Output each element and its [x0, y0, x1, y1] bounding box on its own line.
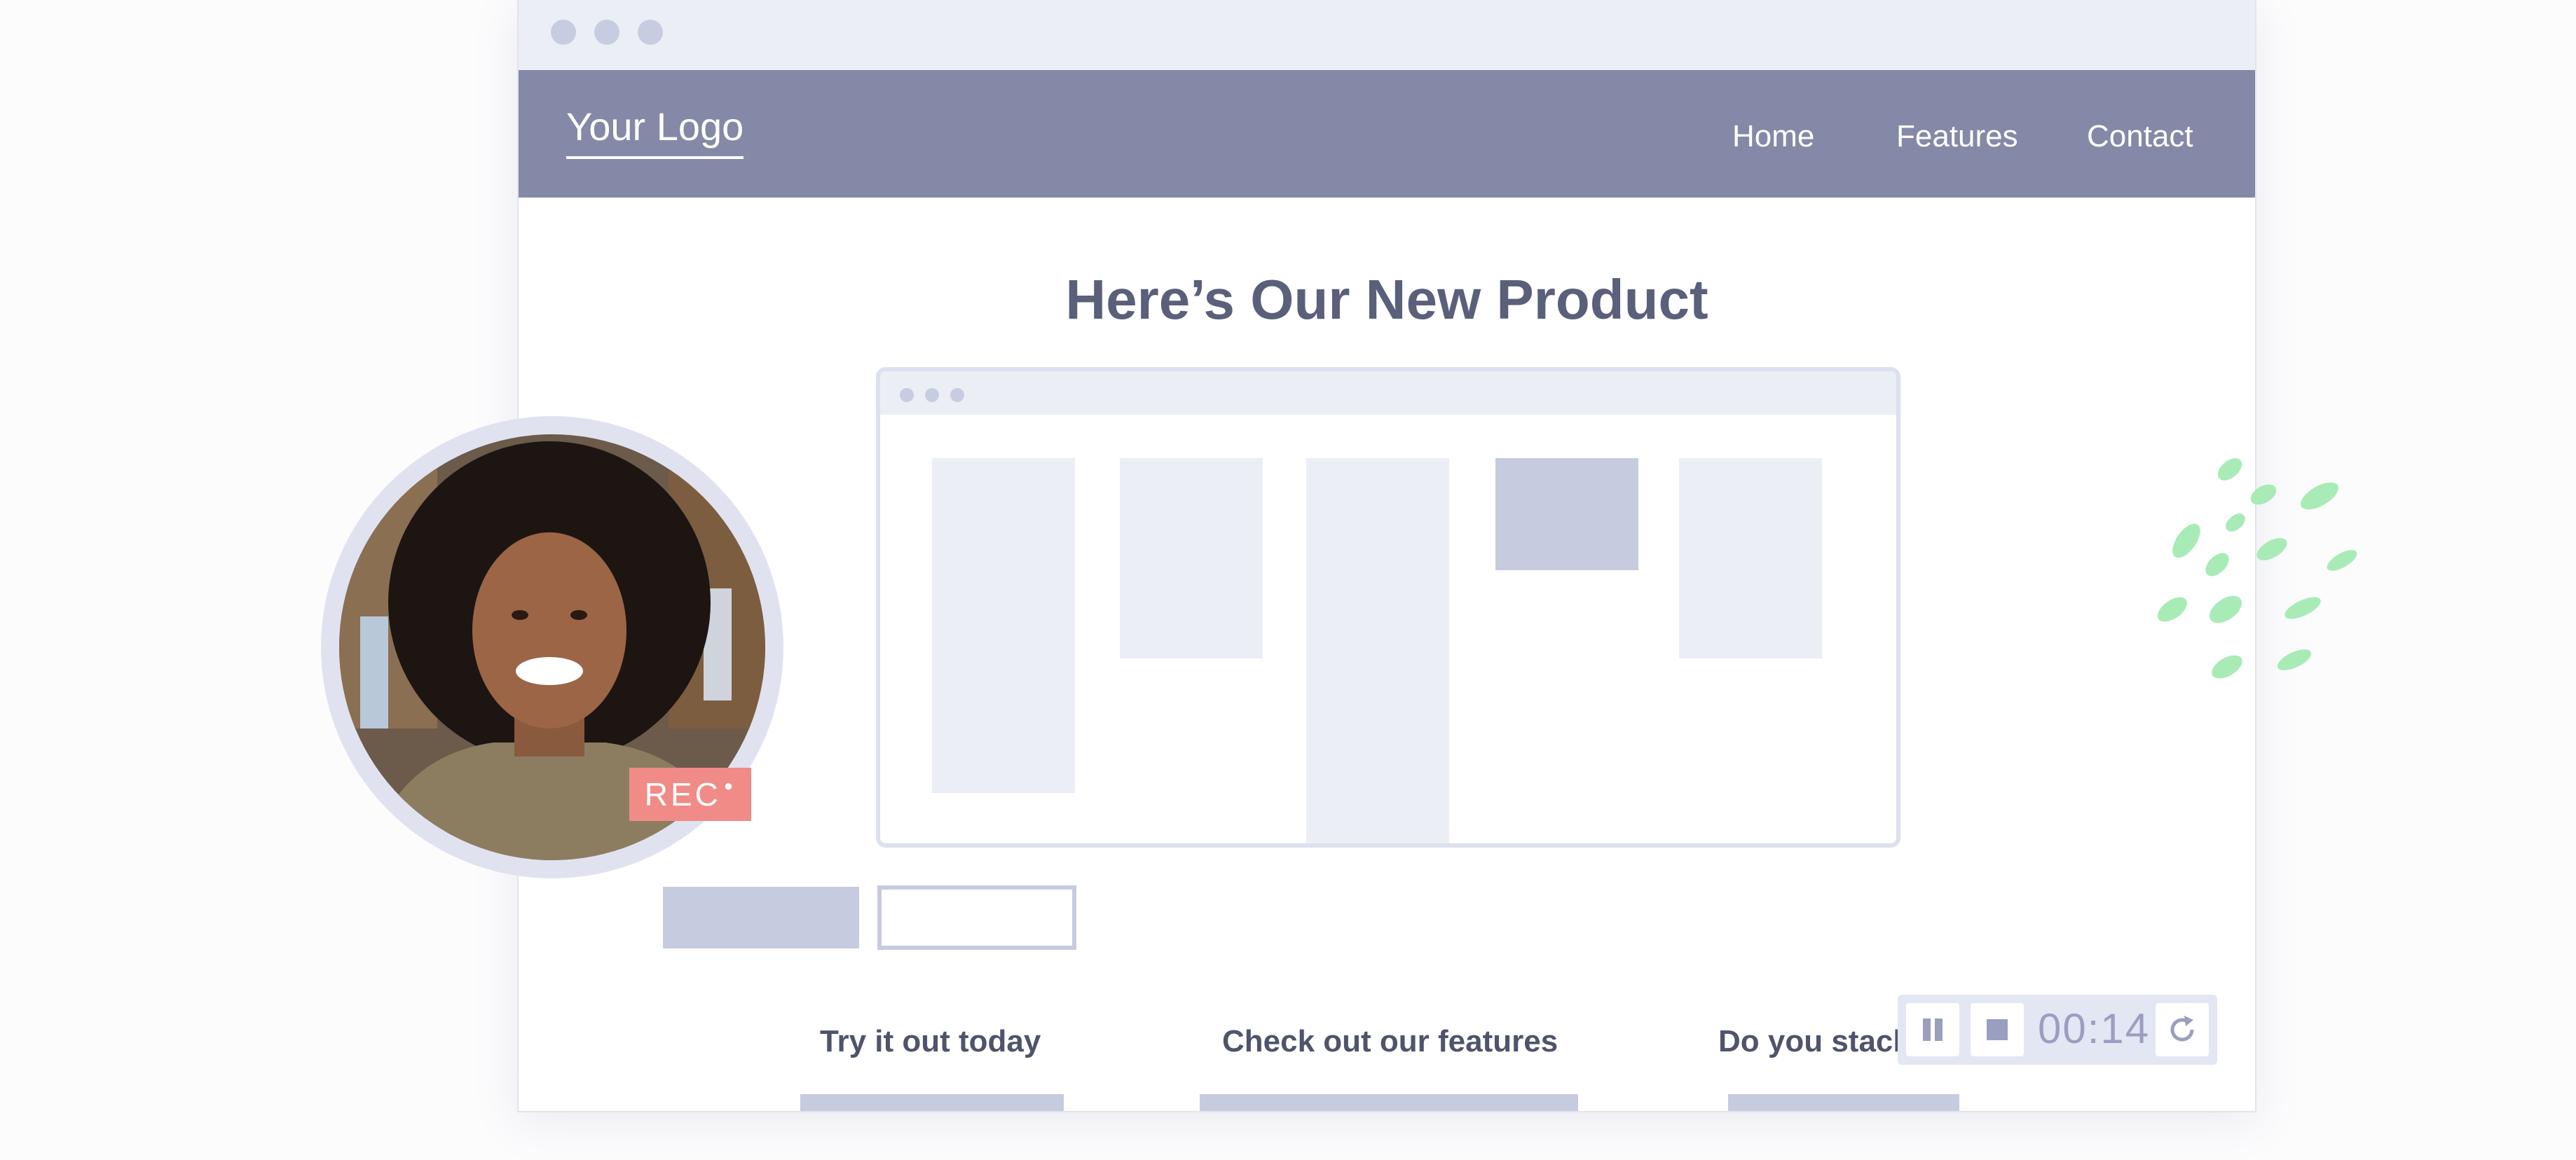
browser-chrome-bar [519, 0, 2255, 70]
window-dot-icon [551, 20, 576, 45]
hero-title: Here’s Our New Product [1065, 268, 1708, 331]
recording-timer: 00:14 [2038, 1005, 2151, 1052]
rec-badge-label: REC [644, 776, 721, 813]
mockup-dot-icon [900, 388, 914, 402]
decorative-leaves-icon [2157, 458, 2357, 679]
rec-badge: REC ● [629, 768, 751, 821]
pause-button[interactable] [1906, 1003, 1959, 1056]
feature-title-3: Do you stack [1718, 1024, 1910, 1058]
feature-bar-3 [1728, 1094, 1959, 1111]
nav-link-home[interactable]: Home [1732, 119, 1814, 154]
mockup-column [1120, 458, 1263, 658]
mockup-dot-icon [950, 388, 964, 402]
mockup-dot-icon [925, 388, 939, 402]
feature-title-1: Try it out today [820, 1024, 1041, 1058]
mockup-column [932, 458, 1075, 793]
window-dot-icon [594, 20, 619, 45]
mockup-titlebar [880, 371, 1896, 415]
mockup-column [1306, 458, 1449, 843]
feature-title-2: Check out our features [1222, 1024, 1558, 1058]
site-logo[interactable]: Your Logo [566, 104, 744, 159]
restart-icon [2170, 1016, 2194, 1042]
stop-icon [1987, 1019, 2008, 1040]
product-mockup [876, 367, 1900, 848]
recording-controls: 00:14 [1898, 995, 2217, 1065]
primary-cta-button[interactable] [663, 887, 859, 948]
mockup-column [1679, 458, 1822, 658]
restart-button[interactable] [2156, 1003, 2209, 1056]
rec-dot-icon: ● [723, 777, 737, 794]
feature-bar-1 [800, 1094, 1064, 1111]
stop-button[interactable] [1971, 1003, 2024, 1056]
feature-bar-2 [1200, 1094, 1578, 1111]
mockup-column-highlight [1495, 458, 1638, 570]
nav-link-features[interactable]: Features [1896, 119, 2018, 154]
nav-link-contact[interactable]: Contact [2087, 119, 2193, 154]
secondary-cta-button[interactable] [877, 885, 1076, 950]
site-navbar: Your Logo Home Features Contact [519, 70, 2255, 198]
pause-icon [1923, 1019, 1943, 1041]
window-dot-icon [638, 20, 663, 45]
